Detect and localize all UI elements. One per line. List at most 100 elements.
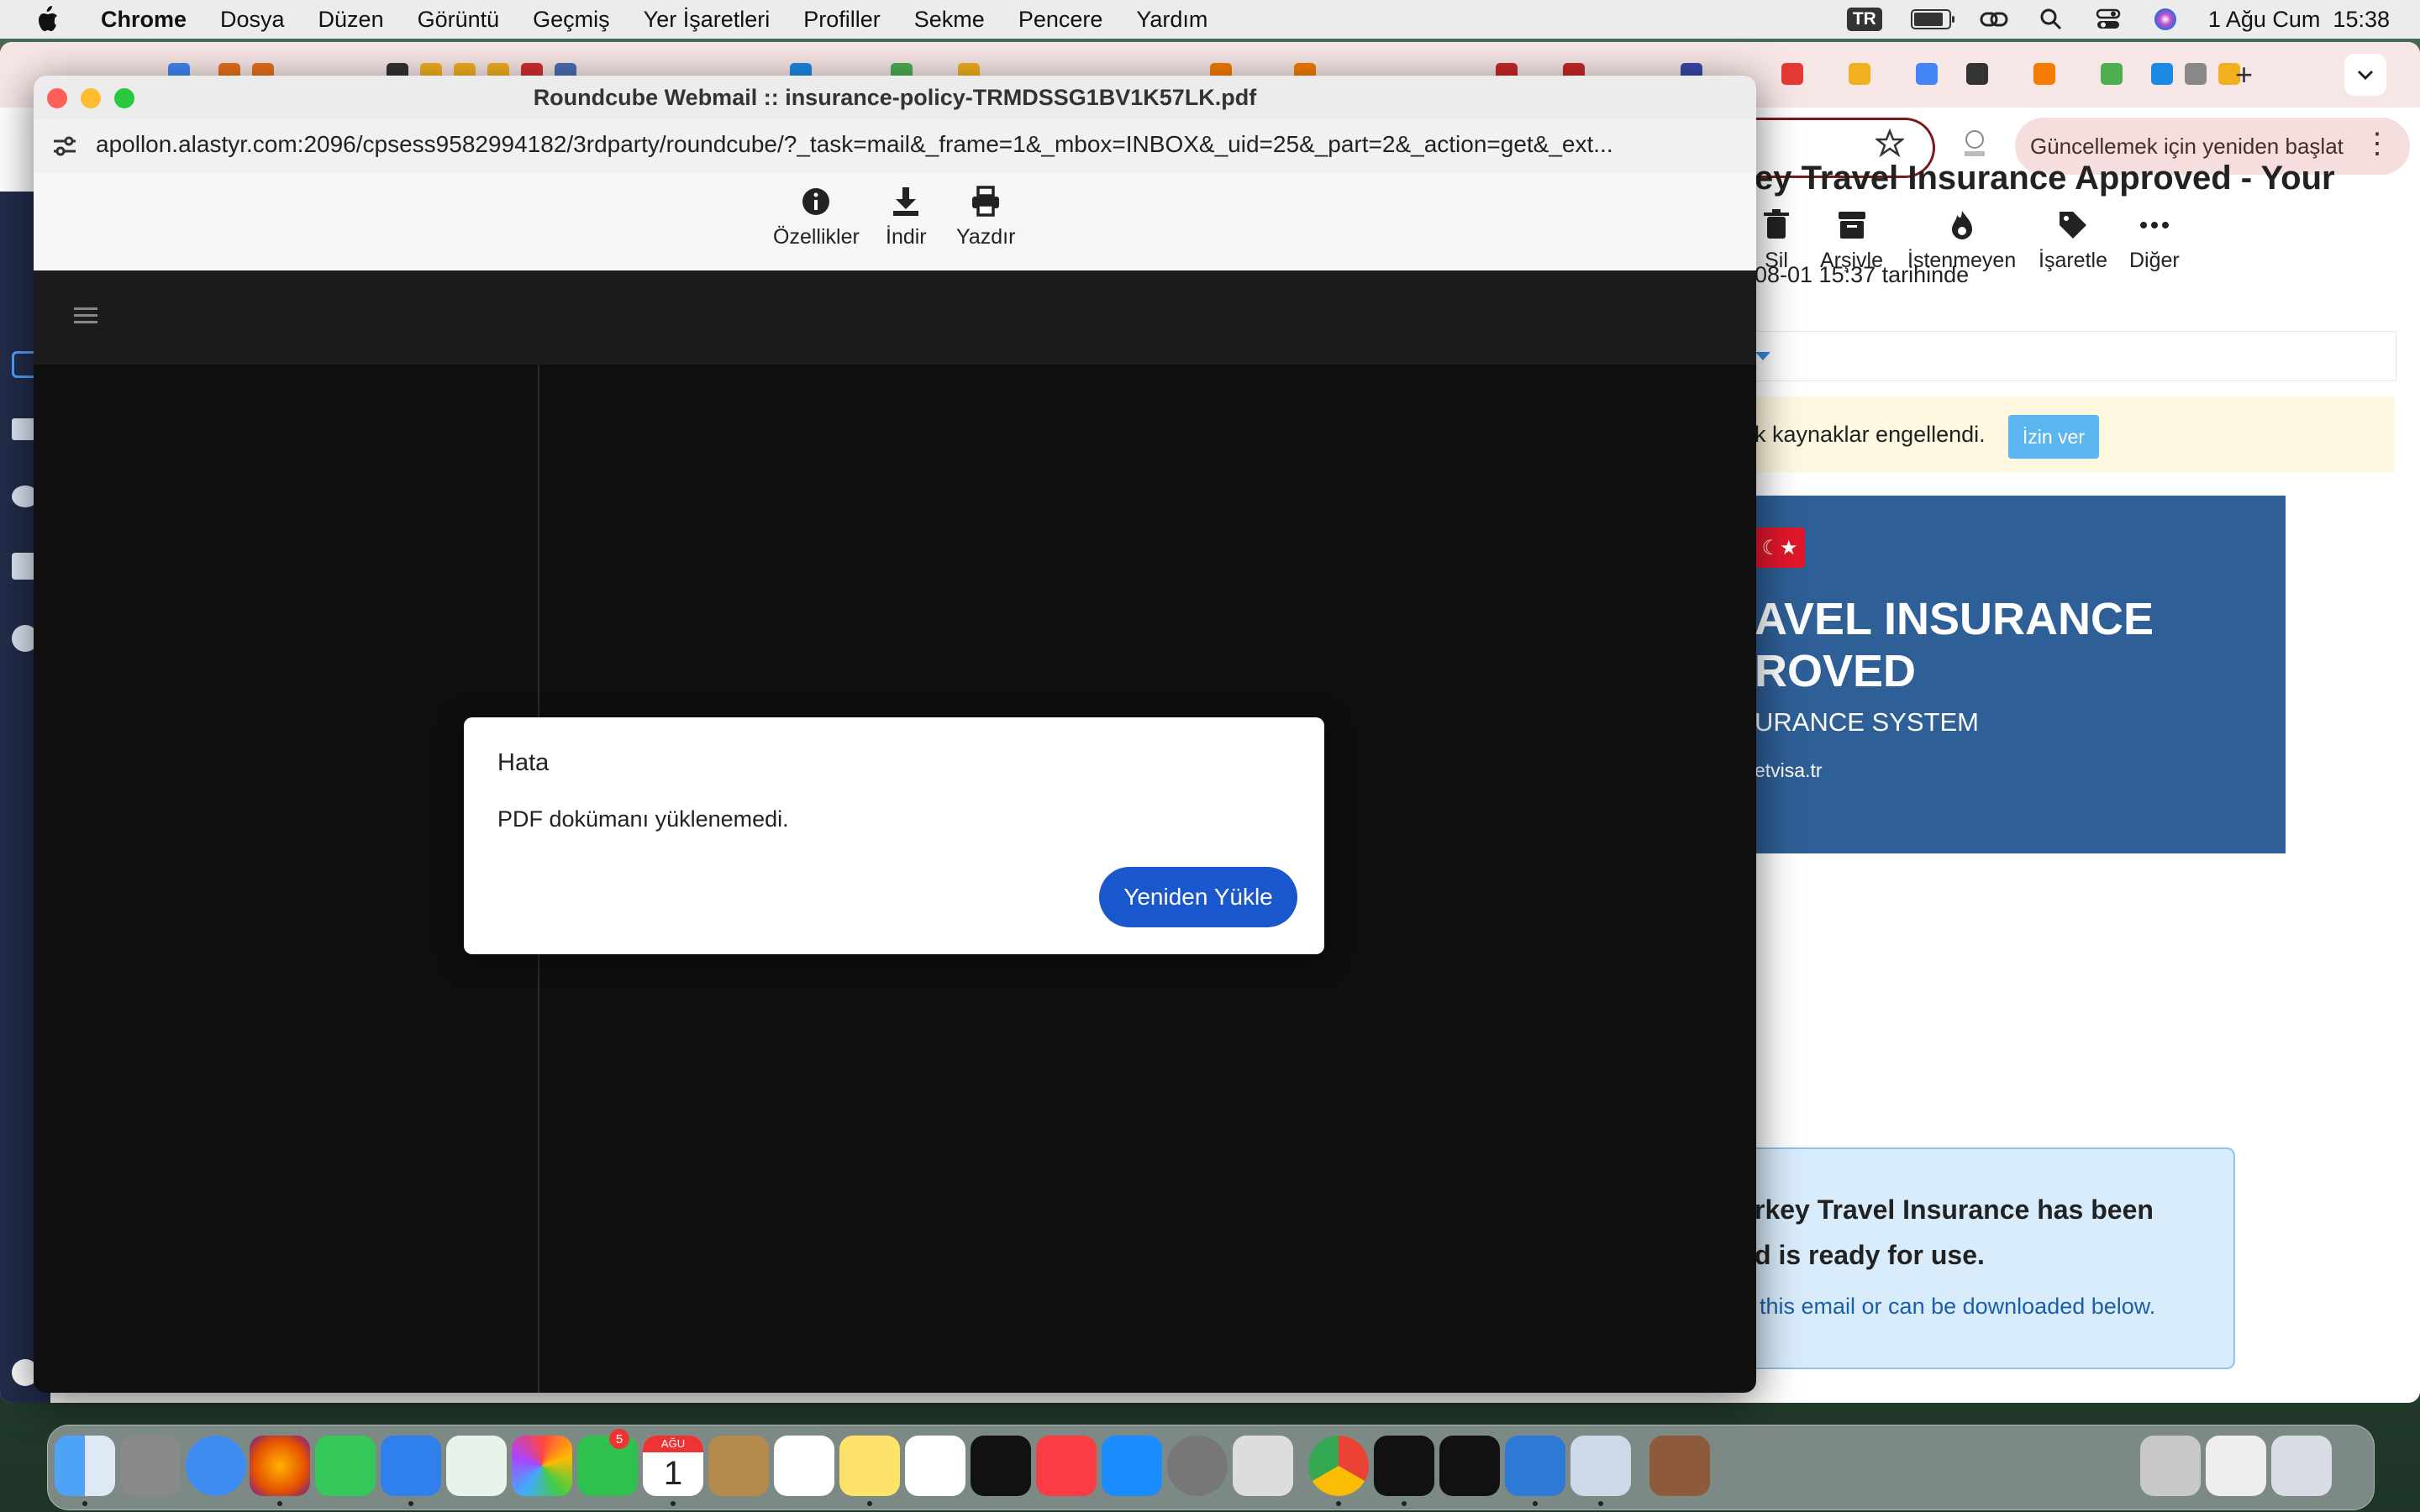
mail-app-icon[interactable] [381, 1436, 441, 1496]
menu-window[interactable]: Pencere [1018, 7, 1103, 33]
app-store-icon[interactable] [1102, 1436, 1162, 1496]
link-icon[interactable] [1980, 5, 2008, 34]
turkey-flag: ☾★ [1754, 528, 1805, 568]
menu-file[interactable]: Dosya [220, 7, 285, 33]
freeform-icon[interactable] [905, 1436, 965, 1496]
document-icon[interactable] [1649, 1436, 1710, 1496]
tab-favicon[interactable] [1966, 63, 1988, 85]
apple-menu-icon[interactable] [30, 3, 64, 36]
messages-icon[interactable] [315, 1436, 376, 1496]
unity-icon[interactable] [1439, 1436, 1500, 1496]
new-tab-plus-icon[interactable]: + [2235, 57, 2253, 92]
dialog-title: Hata [497, 749, 550, 776]
menu-edit[interactable]: Düzen [318, 7, 384, 33]
tab-search-chevron-icon[interactable] [2344, 54, 2386, 96]
site-settings-icon[interactable] [52, 134, 77, 162]
iphone-mirroring-icon[interactable] [1233, 1436, 1293, 1496]
sidebar-toggle-menu-icon[interactable] [71, 301, 101, 331]
spotlight-search-icon[interactable] [2037, 5, 2065, 34]
menu-help[interactable]: Yardım [1136, 7, 1207, 33]
flame-icon [1945, 208, 1979, 242]
menu-tab[interactable]: Sekme [914, 7, 985, 33]
preview-icon[interactable] [1570, 1436, 1631, 1496]
tab-favicon[interactable] [2185, 63, 2207, 85]
bookmark-star-icon[interactable] [1874, 128, 1906, 161]
more-vert-icon[interactable]: ⋮ [2363, 129, 2391, 158]
banner-subheading: URANCE SYSTEM [1754, 707, 1979, 737]
menu-history[interactable]: Geçmiş [533, 7, 610, 33]
calendar-month: AĞU [643, 1436, 703, 1452]
running-indicator [671, 1501, 676, 1506]
facetime-badge: 5 [609, 1429, 629, 1449]
terminal-icon[interactable] [1374, 1436, 1434, 1496]
properties-label: Özellikler [773, 225, 860, 249]
notes-icon[interactable] [839, 1436, 900, 1496]
tab-favicon[interactable] [1849, 63, 1870, 85]
running-indicator [1336, 1501, 1341, 1506]
tab-favicon[interactable] [2033, 63, 2055, 85]
info-icon [799, 185, 833, 218]
tab-favicon[interactable] [2151, 63, 2173, 85]
menu-app-name[interactable]: Chrome [101, 7, 187, 33]
properties-button[interactable]: Özellikler [773, 175, 860, 249]
mark-button[interactable]: İşaretle [2039, 208, 2107, 273]
safari-icon[interactable] [186, 1436, 246, 1496]
trash-icon[interactable] [2271, 1436, 2332, 1496]
launchpad-icon[interactable] [120, 1436, 181, 1496]
chrome-icon[interactable] [1308, 1436, 1369, 1496]
popup-url-bar[interactable]: apollon.alastyr.com:2096/cpsess958299418… [34, 119, 1756, 174]
tab-favicon[interactable] [2101, 63, 2123, 85]
input-source-indicator[interactable]: TR [1846, 8, 1882, 31]
dialog-message: PDF dokümanı yüklenemedi. [497, 806, 789, 832]
battery-icon[interactable] [1910, 9, 1954, 29]
menu-view[interactable]: Görüntü [418, 7, 500, 33]
tab-favicon[interactable] [1916, 63, 1938, 85]
more-button[interactable]: Diğer [2129, 208, 2180, 273]
banner-heading-line2: ROVED [1754, 646, 1917, 696]
photos-icon[interactable] [512, 1436, 572, 1496]
popup-window-title: Roundcube Webmail :: insurance-policy-TR… [533, 85, 1257, 110]
running-indicator [867, 1501, 872, 1506]
menu-bookmarks[interactable]: Yer İşaretleri [644, 7, 771, 33]
menu-clock[interactable]: 1 Ağu Cum 15:38 [2208, 7, 2390, 33]
music-icon[interactable] [1036, 1436, 1097, 1496]
print-label: Yazdır [956, 225, 1016, 249]
print-button[interactable]: Yazdır [956, 175, 1015, 249]
running-indicator [408, 1501, 413, 1506]
more-horiz-icon [2138, 208, 2171, 242]
vscode-icon[interactable] [1505, 1436, 1565, 1496]
running-indicator [277, 1501, 282, 1506]
menu-profiles[interactable]: Profiller [803, 7, 881, 33]
chevron-down-icon[interactable] [1755, 352, 1770, 360]
finder-icon[interactable] [55, 1436, 115, 1496]
popup-titlebar[interactable]: Roundcube Webmail :: insurance-policy-TR… [34, 76, 1756, 120]
apple-tv-icon[interactable] [971, 1436, 1031, 1496]
facetime-icon[interactable] [577, 1436, 638, 1496]
control-center-icon[interactable] [2094, 5, 2123, 34]
documents-stack-icon[interactable] [2206, 1436, 2266, 1496]
menu-bar: Chrome Dosya Düzen Görüntü Geçmiş Yer İş… [0, 0, 2420, 39]
reminders-icon[interactable] [774, 1436, 834, 1496]
firefox-icon[interactable] [250, 1436, 310, 1496]
calendar-day: 1 [663, 1455, 683, 1492]
calendar-app-icon[interactable]: AĞU 1 [643, 1436, 703, 1496]
email-subject: ey Travel Insurance Approved - Your [1754, 160, 2335, 197]
reload-button[interactable]: Yeniden Yükle [1099, 867, 1297, 927]
downloads-stack-icon[interactable] [2140, 1436, 2201, 1496]
maps-icon[interactable] [446, 1436, 507, 1496]
running-indicator [1402, 1501, 1407, 1506]
pdf-viewer-header [34, 270, 1756, 365]
tab-favicon[interactable] [1781, 63, 1803, 85]
system-settings-icon[interactable] [1167, 1436, 1228, 1496]
mark-label: İşaretle [2039, 249, 2107, 272]
email-header-details[interactable] [1739, 331, 2396, 381]
trash-icon [1760, 208, 1793, 242]
allow-remote-button[interactable]: İzin ver [2008, 415, 2099, 459]
update-restart-label: Güncellemek için yeniden başlat [2030, 133, 2344, 159]
download-button[interactable]: İndir [886, 175, 927, 249]
running-indicator [1533, 1501, 1538, 1506]
download-label: İndir [886, 225, 927, 249]
siri-icon[interactable] [2151, 5, 2180, 34]
contacts-app-icon[interactable] [708, 1436, 769, 1496]
popup-url-text[interactable]: apollon.alastyr.com:2096/cpsess958299418… [96, 131, 1613, 158]
